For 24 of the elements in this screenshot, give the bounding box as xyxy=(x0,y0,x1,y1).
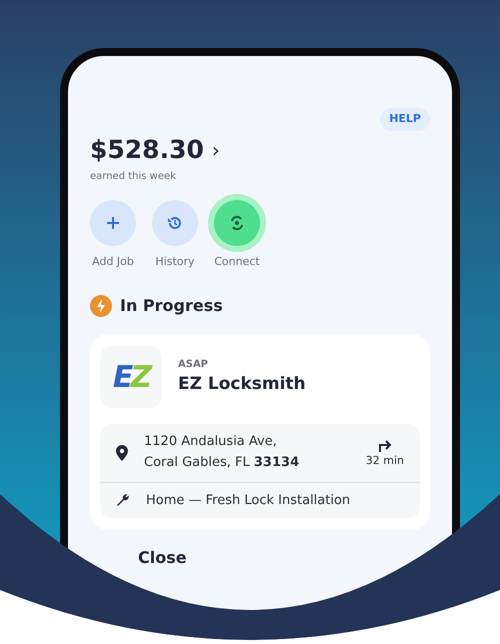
address-line: Coral Gables, FL 33134 xyxy=(144,454,300,472)
action-button[interactable] xyxy=(214,200,260,246)
wrench-icon xyxy=(116,493,130,508)
lightning-icon xyxy=(90,295,112,317)
company-logo: EZ xyxy=(100,346,162,408)
action-label: History xyxy=(155,254,195,270)
sync-icon xyxy=(228,214,246,232)
chevron-link[interactable]: › xyxy=(212,134,220,164)
help-button[interactable]: HELP xyxy=(380,108,430,130)
job-card[interactable]: EZ ASAP EZ Locksmith 1120 Andalusia Ave, Coral Gables, FL 33134 32 min Home — Fresh Lock Installation xyxy=(90,334,430,530)
company-name: EZ Locksmith xyxy=(178,372,306,396)
location-pin-icon xyxy=(116,444,128,461)
section-title: In Progress xyxy=(120,295,223,317)
earnings-caption: earned this week xyxy=(90,170,177,184)
earnings-amount: $528.30 xyxy=(90,137,204,162)
action-label: Connect xyxy=(214,254,260,270)
section-title: Close xyxy=(138,547,188,570)
job-tag: ASAP xyxy=(178,356,306,372)
travel-time: 32 min xyxy=(366,452,404,469)
action-button[interactable] xyxy=(90,200,136,246)
action-label: Add Job xyxy=(92,254,134,270)
service-description: Home — Fresh Lock Installation xyxy=(146,492,350,510)
address-line: 1120 Andalusia Ave, xyxy=(144,433,278,451)
action-button[interactable] xyxy=(152,200,198,246)
